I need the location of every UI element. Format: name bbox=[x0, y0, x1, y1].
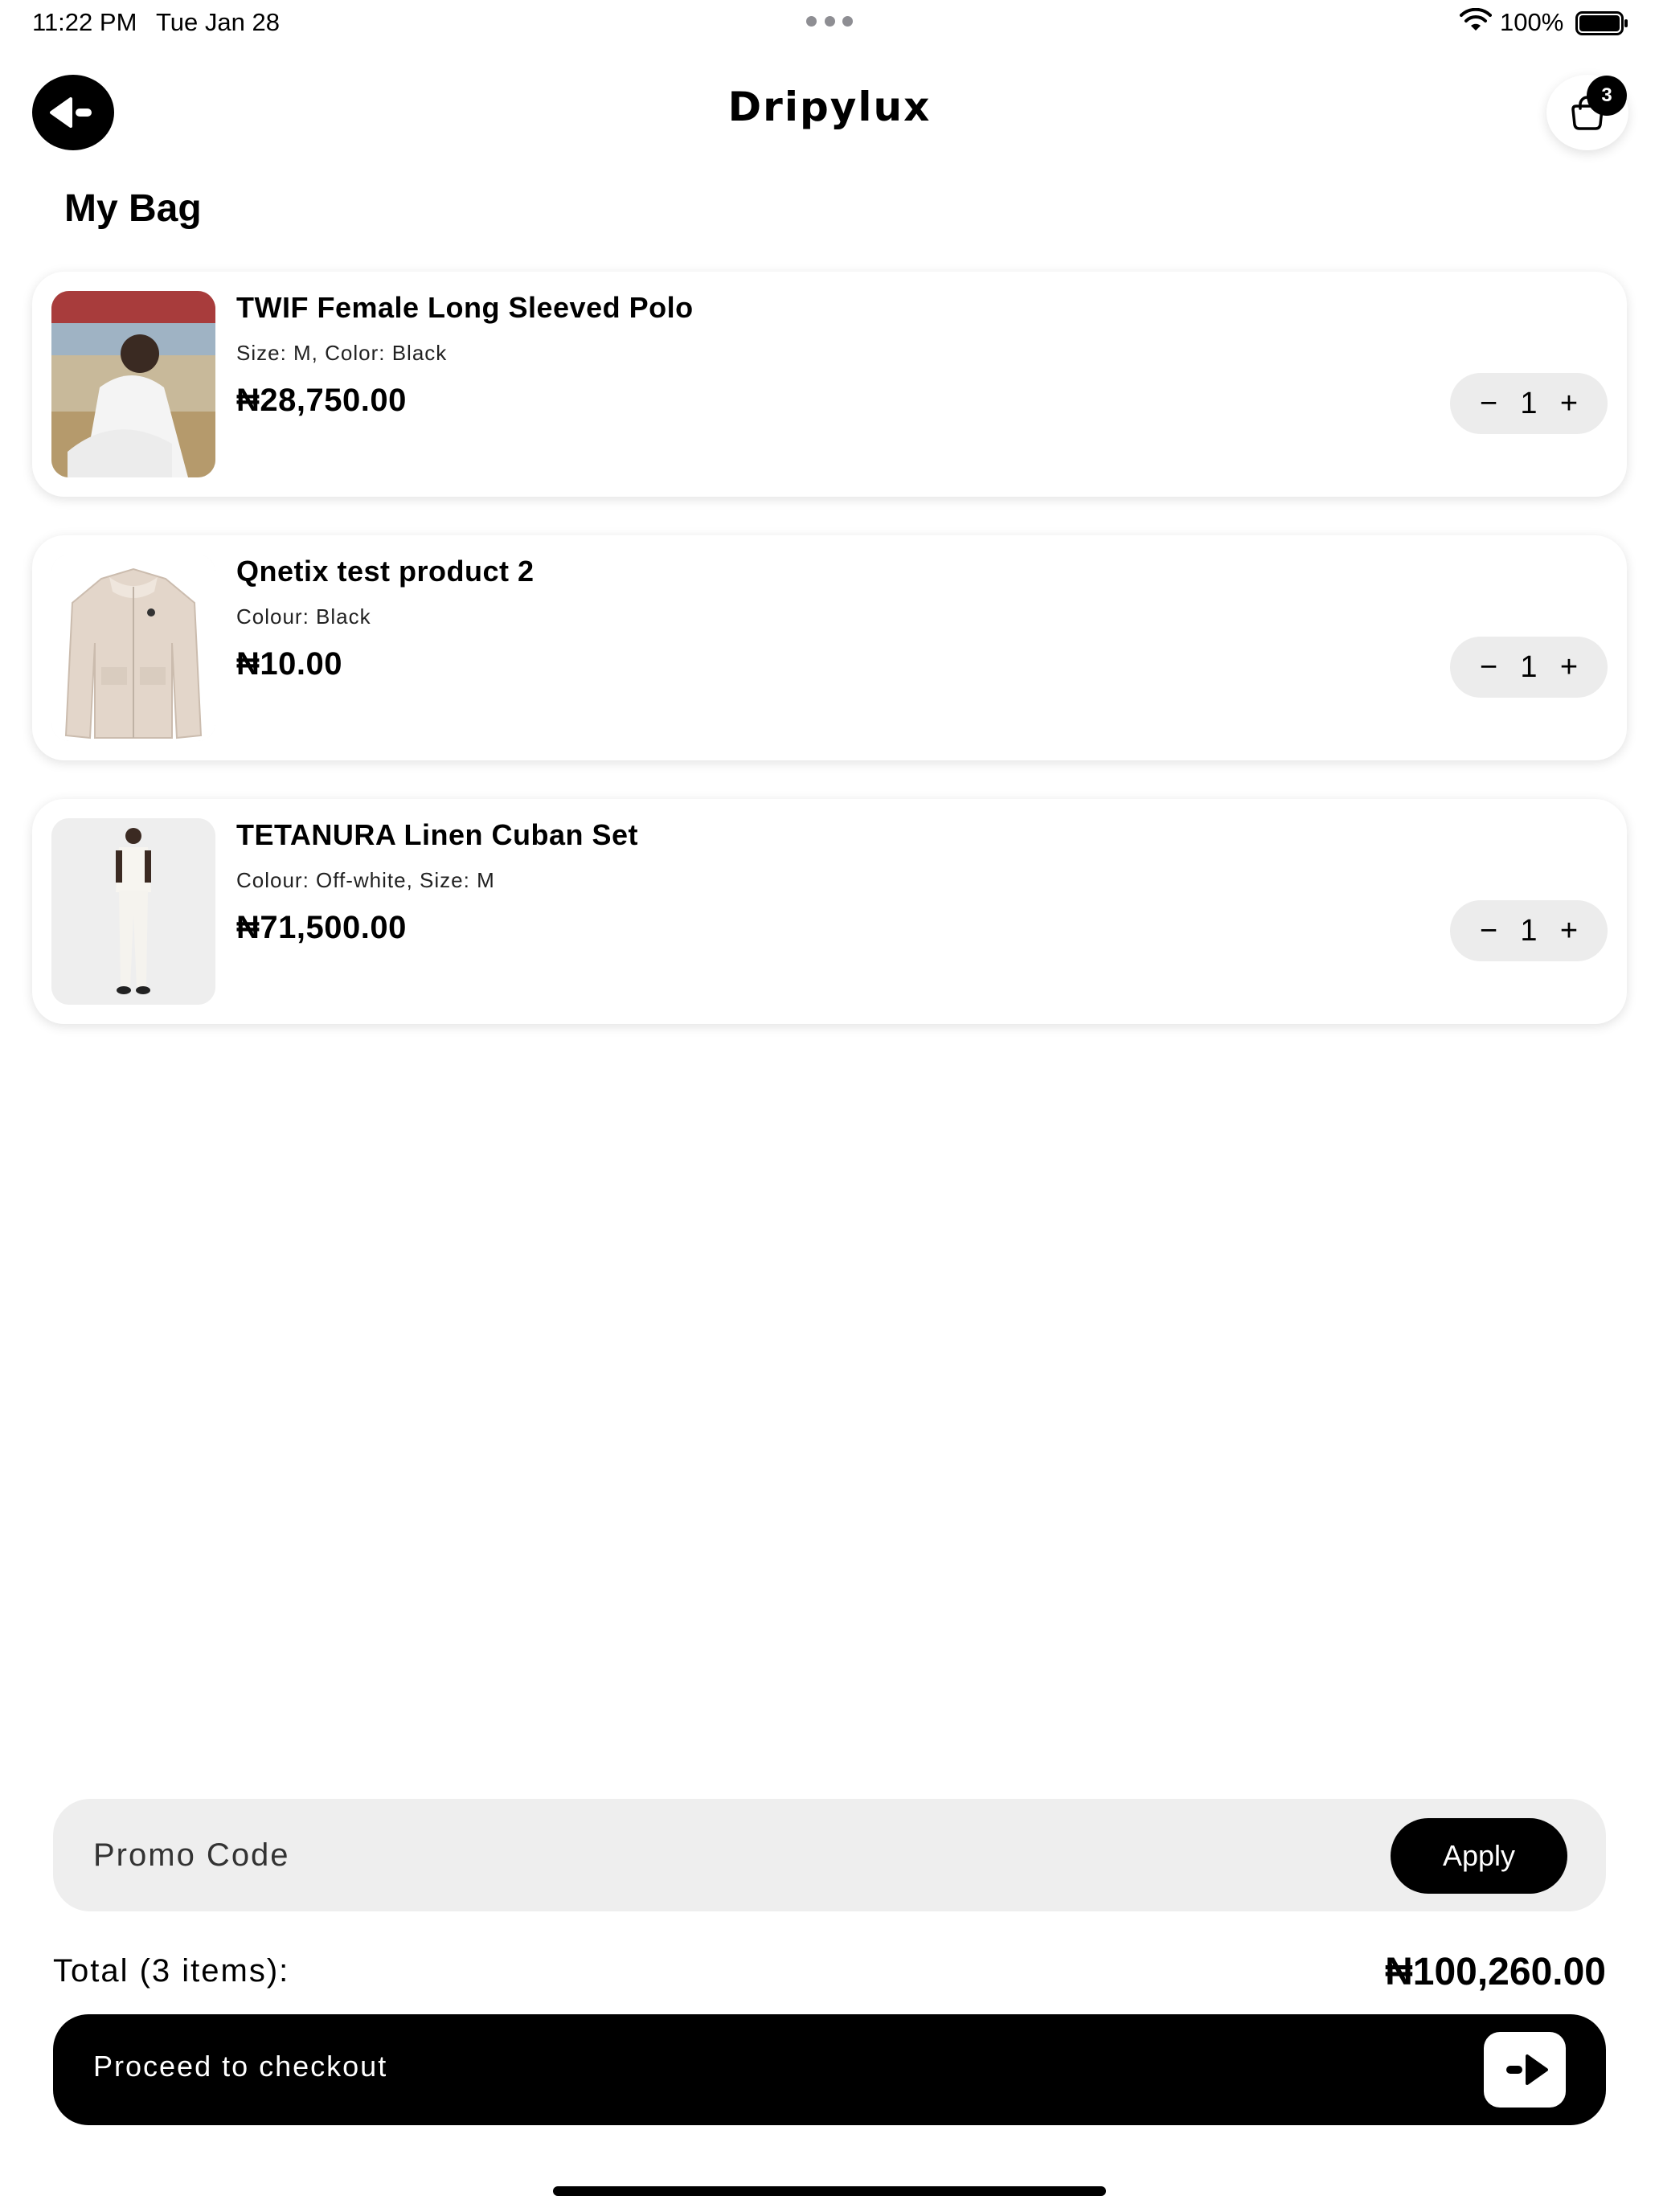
product-price: ₦71,500.00 bbox=[236, 910, 407, 945]
product-variant: Colour: Off-white, Size: M bbox=[236, 868, 495, 892]
quantity-value: 1 bbox=[1520, 387, 1538, 420]
decrease-quantity-button[interactable]: − bbox=[1469, 384, 1508, 423]
product-name[interactable]: TWIF Female Long Sleeved Polo bbox=[236, 291, 694, 325]
quantity-value: 1 bbox=[1520, 914, 1538, 948]
multitasking-dots-icon[interactable] bbox=[806, 16, 853, 27]
quantity-stepper: − 1 + bbox=[1450, 637, 1608, 698]
checkout-arrow-button[interactable] bbox=[1484, 2032, 1566, 2108]
forward-arrow-icon bbox=[1506, 2054, 1548, 2085]
promo-code-input[interactable] bbox=[93, 1828, 1379, 1882]
status-time: 11:22 PM bbox=[32, 8, 137, 36]
product-image[interactable] bbox=[51, 291, 215, 477]
brand-logo[interactable]: Dripylux bbox=[0, 84, 1659, 130]
increase-quantity-button[interactable]: + bbox=[1550, 384, 1588, 423]
status-date: Tue Jan 28 bbox=[156, 8, 280, 36]
proceed-to-checkout-button[interactable]: Proceed to checkout bbox=[53, 2014, 1606, 2125]
cart-item[interactable]: TETANURA Linen Cuban Set Colour: Off-whi… bbox=[32, 799, 1627, 1024]
increase-quantity-button[interactable]: + bbox=[1550, 911, 1588, 950]
quantity-stepper: − 1 + bbox=[1450, 373, 1608, 434]
increase-quantity-button[interactable]: + bbox=[1550, 648, 1588, 686]
product-name[interactable]: Qnetix test product 2 bbox=[236, 555, 535, 588]
cart-item[interactable]: Qnetix test product 2 Colour: Black ₦10.… bbox=[32, 535, 1627, 760]
quantity-value: 1 bbox=[1520, 650, 1538, 684]
cart-count-badge: 3 bbox=[1587, 76, 1627, 116]
wifi-icon bbox=[1460, 8, 1492, 31]
product-name[interactable]: TETANURA Linen Cuban Set bbox=[236, 818, 638, 852]
product-image[interactable] bbox=[51, 555, 215, 741]
checkout-label: Proceed to checkout bbox=[93, 2050, 388, 2083]
cart-item[interactable]: TWIF Female Long Sleeved Polo Size: M, C… bbox=[32, 272, 1627, 497]
apply-promo-button[interactable]: Apply bbox=[1391, 1818, 1567, 1894]
home-indicator[interactable] bbox=[553, 2186, 1106, 2196]
quantity-stepper: − 1 + bbox=[1450, 900, 1608, 961]
decrease-quantity-button[interactable]: − bbox=[1469, 911, 1508, 950]
battery-icon bbox=[1575, 11, 1628, 35]
decrease-quantity-button[interactable]: − bbox=[1469, 648, 1508, 686]
product-variant: Colour: Black bbox=[236, 604, 371, 629]
battery-percentage: 100% bbox=[1500, 8, 1564, 36]
product-price: ₦10.00 bbox=[236, 646, 342, 682]
total-label: Total (3 items): bbox=[53, 1953, 290, 1989]
product-price: ₦28,750.00 bbox=[236, 383, 407, 418]
promo-code-bar: Apply bbox=[53, 1799, 1606, 1911]
page-title: My Bag bbox=[64, 187, 202, 230]
total-value: ₦100,260.00 bbox=[1385, 1951, 1606, 1993]
product-image[interactable] bbox=[51, 818, 215, 1005]
product-variant: Size: M, Color: Black bbox=[236, 341, 448, 365]
